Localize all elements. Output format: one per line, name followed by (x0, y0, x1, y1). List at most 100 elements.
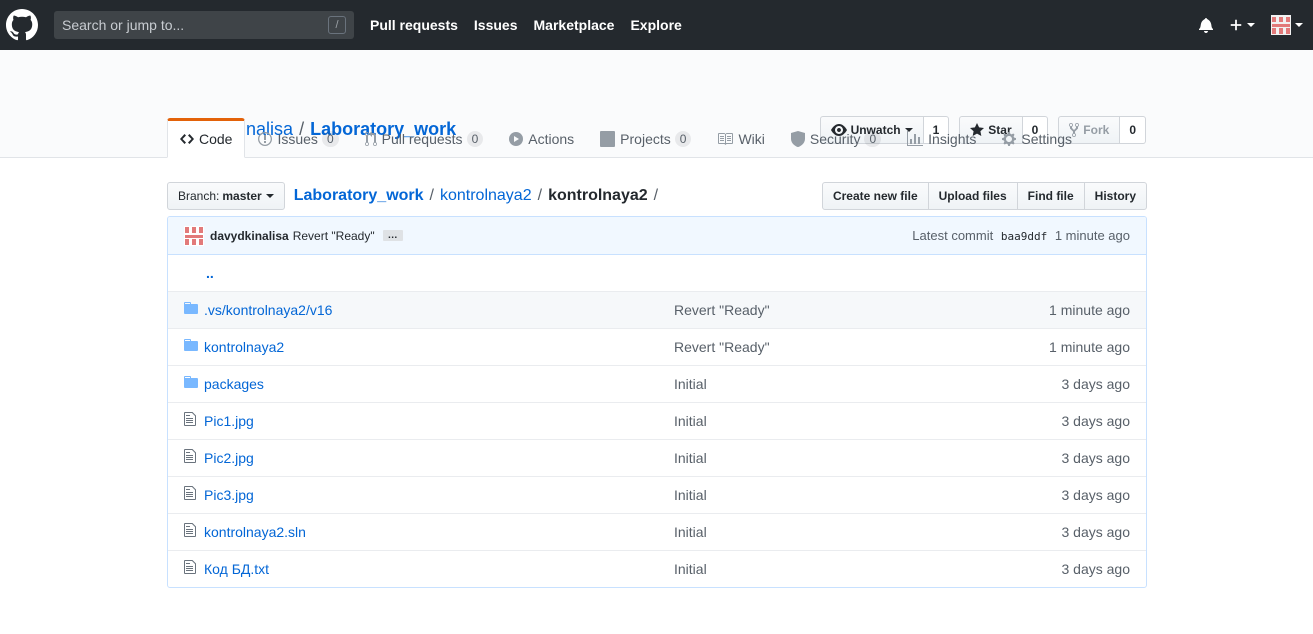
commit-message-link[interactable]: Initial (674, 376, 707, 392)
table-row: kontrolnaya2 Revert "Ready" 1 minute ago (168, 328, 1146, 365)
tab-security[interactable]: Security 0 (778, 118, 894, 158)
table-row: Pic3.jpg Initial 3 days ago (168, 476, 1146, 513)
fork-count[interactable]: 0 (1120, 116, 1146, 144)
breadcrumb: Laboratory_work / kontrolnaya2 / kontrol… (294, 187, 664, 205)
search-placeholder: Search or jump to... (62, 17, 185, 33)
commit-message-link[interactable]: Revert "Ready" (674, 302, 770, 318)
commit-author-link[interactable]: davydkinalisa (210, 229, 289, 243)
file-icon (184, 486, 196, 500)
commit-age: 3 days ago (1061, 449, 1131, 466)
nav-explore[interactable]: Explore (630, 17, 681, 33)
tab-insights[interactable]: Insights (894, 118, 989, 158)
play-icon (509, 132, 524, 146)
file-name-link[interactable]: kontrolnaya2 (204, 339, 284, 355)
file-icon (184, 523, 196, 537)
breadcrumb-folder-link[interactable]: kontrolnaya2 (440, 187, 532, 205)
file-name-link[interactable]: Pic1.jpg (204, 413, 254, 429)
avatar (1271, 15, 1291, 35)
commit-age: 1 minute ago (1049, 338, 1130, 355)
file-icon (184, 412, 196, 426)
fork-label: Fork (1083, 123, 1110, 137)
gear-icon (1002, 131, 1017, 147)
file-listing: davydkinalisa Revert "Ready" … Latest co… (167, 216, 1147, 588)
file-navigation: Branch: master Laboratory_work / kontrol… (167, 182, 1147, 210)
book-icon (717, 131, 734, 147)
file-actions: Create new file Upload files Find file H… (821, 182, 1147, 210)
breadcrumb-current: kontrolnaya2 (548, 187, 648, 204)
commit-message-link[interactable]: Initial (674, 524, 707, 540)
table-row: kontrolnaya2.sln Initial 3 days ago (168, 513, 1146, 550)
folder-icon (184, 339, 198, 351)
code-icon (180, 131, 194, 147)
project-icon (600, 131, 616, 147)
tab-label: Wiki (738, 131, 765, 147)
commit-message-link[interactable]: Initial (674, 413, 707, 429)
file-name-link[interactable]: Pic2.jpg (204, 450, 254, 466)
commit-message-link[interactable]: Initial (674, 450, 707, 466)
tab-label: Code (199, 131, 233, 147)
avatar[interactable] (184, 225, 204, 246)
global-header: Search or jump to... / Pull requests Iss… (0, 0, 1313, 50)
commit-age: 1 minute ago (1049, 301, 1130, 318)
commit-message-link[interactable]: Initial (674, 561, 707, 577)
tab-pull-requests[interactable]: Pull requests 0 (352, 118, 497, 158)
commit-age: 3 days ago (1061, 375, 1131, 392)
nav-marketplace[interactable]: Marketplace (534, 17, 615, 33)
parent-directory-row: .. (168, 255, 1146, 291)
repo-header: davydkinalisa / Laboratory_work Unwatch … (0, 50, 1313, 158)
branch-prefix: Branch: (178, 189, 220, 203)
commit-expand-button[interactable]: … (382, 230, 403, 241)
table-row: Код БД.txt Initial 3 days ago (168, 550, 1146, 587)
search-input[interactable]: Search or jump to... / (54, 11, 354, 39)
breadcrumb-repo-link[interactable]: Laboratory_work (294, 187, 424, 205)
nav-pull-requests[interactable]: Pull requests (370, 17, 458, 33)
file-name-link[interactable]: Код БД.txt (204, 561, 269, 577)
commit-message-link[interactable]: Initial (674, 487, 707, 503)
github-logo-icon[interactable] (6, 9, 38, 41)
tab-label: Actions (528, 131, 575, 147)
tab-count-badge: 0 (864, 131, 882, 147)
table-row: .vs/kontrolnaya2/v16 Revert "Ready" 1 mi… (168, 291, 1146, 328)
nav-issues[interactable]: Issues (474, 17, 518, 33)
issue-icon (258, 131, 273, 147)
tab-projects[interactable]: Projects 0 (587, 118, 704, 158)
commit-age: 3 days ago (1061, 486, 1131, 503)
repo-tabs: Code Issues 0 Pull requests 0 Actions Pr… (167, 118, 1085, 158)
commit-age: 3 days ago (1061, 523, 1131, 540)
tab-settings[interactable]: Settings (989, 118, 1085, 158)
chevron-down-icon (265, 194, 274, 198)
tab-issues[interactable]: Issues 0 (245, 118, 351, 158)
user-avatar-menu[interactable] (1271, 15, 1303, 35)
breadcrumb-separator: / (537, 187, 543, 204)
bell-icon[interactable] (1199, 17, 1213, 33)
latest-commit-label: Latest commit (912, 228, 994, 243)
commit-age: 3 days ago (1061, 560, 1131, 577)
tab-count-badge: 0 (674, 131, 692, 147)
shield-icon (790, 131, 805, 147)
table-row: Pic1.jpg Initial 3 days ago (168, 402, 1146, 439)
upload-files-button[interactable]: Upload files (927, 182, 1018, 210)
create-new-file-button[interactable]: Create new file (821, 182, 929, 210)
commit-message-link[interactable]: Revert "Ready" (293, 229, 375, 243)
parent-directory-link[interactable]: .. (206, 265, 214, 281)
header-right (1183, 15, 1303, 35)
history-button[interactable]: History (1083, 182, 1147, 210)
tab-label: Issues (277, 131, 318, 147)
plus-menu-icon[interactable] (1229, 18, 1255, 32)
find-file-button[interactable]: Find file (1016, 182, 1085, 210)
file-name-link[interactable]: packages (204, 376, 264, 392)
file-name-link[interactable]: Pic3.jpg (204, 487, 254, 503)
folder-icon (184, 302, 198, 314)
branch-select-button[interactable]: Branch: master (167, 182, 285, 210)
file-name-link[interactable]: kontrolnaya2.sln (204, 524, 306, 540)
folder-icon (184, 376, 198, 388)
tab-count-badge: 0 (321, 131, 339, 147)
file-name-link[interactable]: .vs/kontrolnaya2/v16 (204, 302, 332, 318)
tab-code[interactable]: Code (167, 118, 246, 158)
tab-wiki[interactable]: Wiki (704, 118, 777, 158)
tab-actions[interactable]: Actions (496, 118, 587, 158)
breadcrumb-separator: / (653, 187, 659, 204)
commit-sha-link[interactable]: baa9ddf (1001, 230, 1047, 243)
table-row: Pic2.jpg Initial 3 days ago (168, 439, 1146, 476)
commit-message-link[interactable]: Revert "Ready" (674, 339, 770, 355)
